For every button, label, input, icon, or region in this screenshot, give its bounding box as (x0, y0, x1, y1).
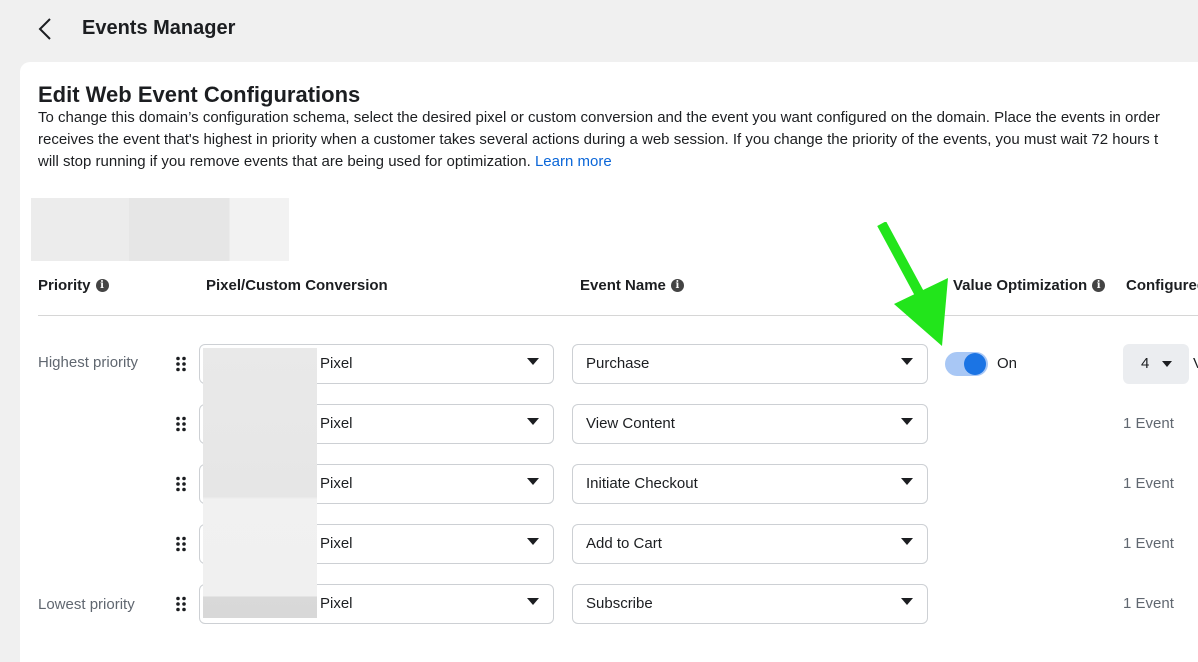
event-select-value: Purchase (586, 355, 650, 372)
description-line: will stop running if you remove events t… (38, 151, 1198, 173)
caret-down-icon (901, 598, 913, 605)
caret-down-icon (527, 358, 539, 365)
column-header-label: Priority (38, 277, 91, 294)
event-select[interactable]: Subscribe (572, 584, 928, 624)
configured-event-count: 1 Event (1123, 535, 1174, 552)
caret-down-icon (901, 478, 913, 485)
column-header-configured: Configured (1126, 277, 1198, 294)
pixel-select-value: Pixel (320, 595, 353, 612)
event-select[interactable]: Add to Cart (572, 524, 928, 564)
domain-redacted-area (31, 198, 289, 261)
event-select-value: View Content (586, 415, 675, 432)
event-select-value: Subscribe (586, 595, 653, 612)
caret-down-icon (527, 538, 539, 545)
drag-handle-icon[interactable] (175, 536, 187, 552)
toggle-knob (964, 353, 986, 375)
page-description: To change this domain’s configuration sc… (38, 107, 1198, 173)
event-select[interactable]: Initiate Checkout (572, 464, 928, 504)
configured-count-suffix: V (1193, 355, 1198, 372)
pixel-select-value: Pixel (320, 475, 353, 492)
column-header-label: Pixel/Custom Conversion (206, 277, 388, 294)
top-bar: Events Manager (0, 0, 1198, 60)
column-header-priority: Priority i (38, 277, 109, 294)
configured-count-value: 4 (1141, 355, 1150, 372)
pixel-select-value: Pixel (320, 415, 353, 432)
app-title: Events Manager (82, 17, 236, 39)
configured-event-count: 1 Event (1123, 595, 1174, 612)
drag-handle-icon[interactable] (175, 356, 187, 372)
column-header-event-name: Event Name i (580, 277, 684, 294)
learn-more-link[interactable]: Learn more (535, 153, 612, 170)
configured-count-select[interactable]: 4 (1123, 344, 1189, 384)
caret-down-icon (527, 598, 539, 605)
column-header-label: Event Name (580, 277, 666, 294)
event-select-value: Initiate Checkout (586, 475, 698, 492)
page-title: Edit Web Event Configurations (38, 82, 361, 107)
caret-down-icon (527, 478, 539, 485)
back-button[interactable] (30, 14, 60, 44)
column-header-pixel: Pixel/Custom Conversion (206, 277, 388, 294)
drag-handle-icon[interactable] (175, 476, 187, 492)
drag-handle-icon[interactable] (175, 416, 187, 432)
pixel-select-value: Pixel (320, 535, 353, 552)
caret-down-icon (901, 358, 913, 365)
caret-down-icon (527, 418, 539, 425)
configured-event-count: 1 Event (1123, 475, 1174, 492)
green-arrow-annotation (877, 222, 948, 346)
description-line: receives the event that's highest in pri… (38, 131, 1159, 148)
caret-down-icon (901, 418, 913, 425)
info-icon[interactable]: i (1092, 279, 1106, 292)
priority-label-highest: Highest priority (38, 354, 139, 371)
description-text: will stop running if you remove events t… (38, 153, 531, 170)
description-line: To change this domain’s configuration sc… (38, 109, 1161, 126)
column-header-value-optimization: Value Optimization i (953, 277, 1106, 294)
event-select-value: Add to Cart (586, 535, 662, 552)
header-divider (38, 315, 1198, 316)
info-icon[interactable]: i (95, 279, 109, 292)
value-optimization-toggle[interactable] (945, 352, 988, 376)
info-icon[interactable]: i (670, 279, 684, 292)
event-select[interactable]: View Content (572, 404, 928, 444)
toggle-state-label: On (997, 355, 1018, 372)
column-header-label: Value Optimization (953, 277, 1088, 294)
pixel-select-value: Pixel (320, 355, 353, 372)
priority-label-lowest: Lowest priority (38, 596, 135, 613)
drag-handle-icon[interactable] (175, 596, 187, 612)
pixel-name-redacted (203, 348, 317, 618)
column-header-label: Configured (1126, 277, 1198, 294)
caret-down-icon (1162, 361, 1172, 367)
chevron-left-icon (38, 18, 51, 40)
caret-down-icon (901, 538, 913, 545)
configured-event-count: 1 Event (1123, 415, 1174, 432)
